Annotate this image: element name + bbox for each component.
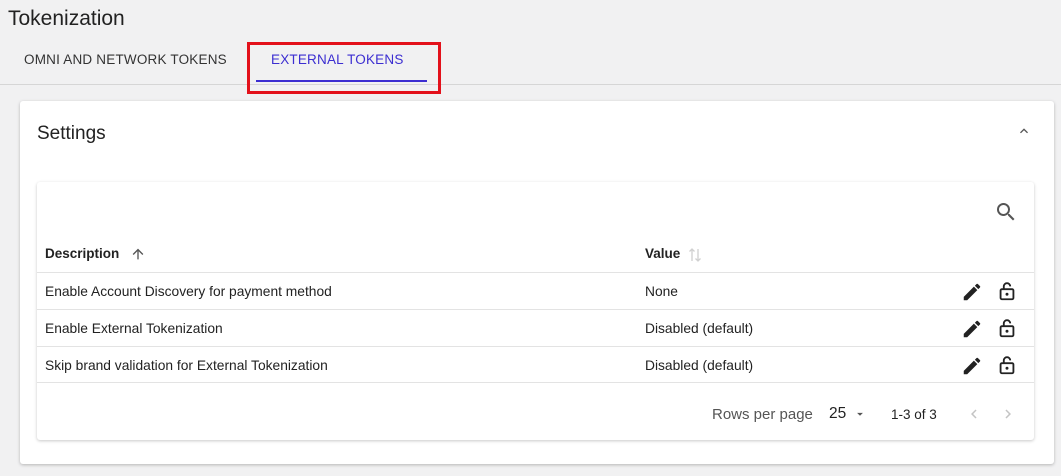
row-description: Skip brand validation for External Token… (45, 358, 328, 373)
row-description: Enable External Tokenization (45, 321, 223, 336)
pagination-range: 1-3 of 3 (891, 407, 937, 422)
column-header-value[interactable]: Value (645, 246, 680, 261)
chevron-right-icon[interactable] (999, 405, 1017, 423)
settings-table: Description Value Enable Account Discove… (37, 182, 1034, 440)
rows-per-page-label: Rows per page (712, 406, 813, 423)
table-pagination: Rows per page 25 1-3 of 3 (37, 385, 1034, 440)
edit-icon[interactable] (961, 318, 983, 340)
edit-icon[interactable] (961, 281, 983, 303)
table-row: Skip brand validation for External Token… (37, 346, 1034, 383)
tab-bar: OMNI AND NETWORK TOKENS EXTERNAL TOKENS (0, 40, 1061, 85)
column-header-description[interactable]: Description (45, 246, 119, 261)
caret-down-icon[interactable] (853, 407, 867, 421)
highlight-annotation-box (247, 42, 441, 94)
row-value: Disabled (default) (645, 358, 754, 373)
page-title: Tokenization (8, 7, 125, 30)
sort-icon[interactable] (687, 247, 703, 263)
row-value: None (645, 284, 678, 299)
search-icon[interactable] (994, 200, 1018, 224)
lock-open-icon[interactable] (996, 280, 1018, 302)
row-description: Enable Account Discovery for payment met… (45, 284, 332, 299)
rows-per-page-select[interactable]: 25 (829, 405, 846, 423)
table-row: Enable External Tokenization Disabled (d… (37, 309, 1034, 346)
settings-panel: Settings Description Value Enable Accoun… (20, 101, 1054, 464)
arrow-up-icon[interactable] (130, 246, 146, 262)
tab-omni-network-tokens[interactable]: OMNI AND NETWORK TOKENS (24, 52, 227, 67)
chevron-left-icon[interactable] (965, 405, 983, 423)
lock-open-icon[interactable] (996, 317, 1018, 339)
lock-open-icon[interactable] (996, 354, 1018, 376)
edit-icon[interactable] (961, 355, 983, 377)
row-value: Disabled (default) (645, 321, 754, 336)
table-row: Enable Account Discovery for payment met… (37, 272, 1034, 309)
settings-title: Settings (37, 123, 106, 144)
chevron-up-icon[interactable] (1016, 123, 1032, 139)
